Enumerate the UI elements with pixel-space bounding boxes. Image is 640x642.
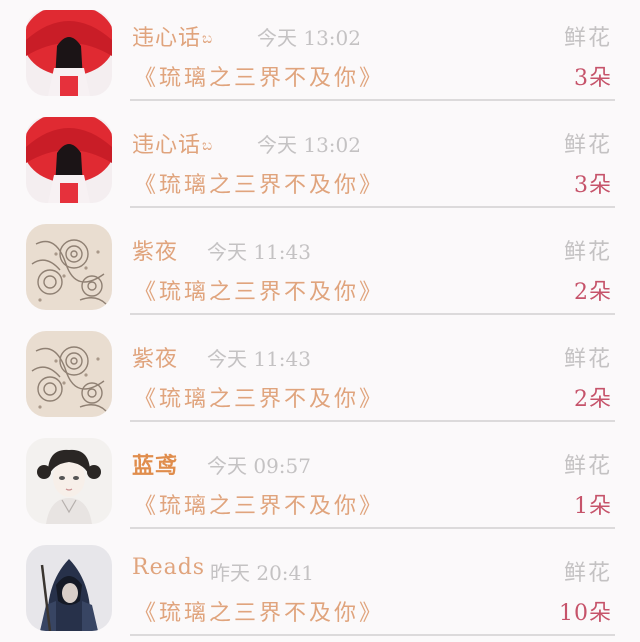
gift-time: 今天 13:02: [257, 133, 361, 157]
user-name-text[interactable]: 蓝鸢: [132, 453, 178, 479]
list-item[interactable]: 紫夜 今天 11:43 鲜花 《琉璃之三界不及你》 2朵: [0, 321, 640, 428]
avatar[interactable]: [26, 331, 112, 417]
flower-label: 鲜花: [563, 347, 612, 372]
user-name-text[interactable]: Reads: [132, 555, 205, 580]
flower-label: 鲜花: [563, 133, 612, 158]
book-title[interactable]: 《琉璃之三界不及你》: [134, 60, 384, 92]
flower-count: 2朵: [574, 387, 612, 412]
flower-count: 10朵: [559, 601, 612, 626]
book-title[interactable]: 《琉璃之三界不及你》: [134, 167, 384, 199]
divider: [130, 313, 615, 315]
avatar[interactable]: [26, 10, 112, 96]
book-title[interactable]: 《琉璃之三界不及你》: [134, 381, 384, 413]
user-name[interactable]: Reads: [132, 555, 205, 580]
gift-time: 今天 13:02: [257, 26, 361, 50]
flower-gift-list: 违心话ಬ 今天 13:02 鲜花 《琉璃之三界不及你》 3朵 违心话ಬ 今天 1…: [0, 0, 640, 641]
flower-label: 鲜花: [563, 240, 612, 265]
book-title[interactable]: 《琉璃之三界不及你》: [134, 488, 384, 520]
gift-time: 今天 09:57: [207, 454, 311, 478]
heart-icon: ಬ: [202, 136, 214, 154]
list-item[interactable]: 违心话ಬ 今天 13:02 鲜花 《琉璃之三界不及你》 3朵: [0, 0, 640, 107]
list-item[interactable]: 紫夜 今天 11:43 鲜花 《琉璃之三界不及你》 2朵: [0, 214, 640, 321]
user-name-text[interactable]: 违心话: [132, 26, 201, 51]
list-item[interactable]: 蓝鸢 今天 09:57 鲜花 《琉璃之三界不及你》 1朵: [0, 428, 640, 535]
gift-time: 今天 11:43: [207, 240, 311, 264]
user-name[interactable]: 紫夜: [132, 234, 178, 266]
user-name[interactable]: 紫夜: [132, 341, 178, 373]
divider: [130, 527, 615, 529]
flower-label: 鲜花: [563, 26, 612, 51]
avatar[interactable]: [26, 438, 112, 524]
flower-count: 3朵: [574, 66, 612, 91]
divider: [130, 634, 615, 636]
user-name-text[interactable]: 违心话: [132, 133, 201, 158]
user-name[interactable]: 违心话ಬ: [132, 127, 213, 159]
gift-time: 今天 11:43: [207, 347, 311, 371]
heart-icon: ಬ: [202, 29, 214, 47]
book-title[interactable]: 《琉璃之三界不及你》: [134, 274, 384, 306]
avatar[interactable]: [26, 117, 112, 203]
flower-label: 鲜花: [563, 561, 612, 586]
list-item[interactable]: Reads 昨天 20:41 鲜花 《琉璃之三界不及你》 10朵: [0, 535, 640, 642]
gift-time: 昨天 20:41: [210, 561, 314, 585]
divider: [130, 420, 615, 422]
book-title[interactable]: 《琉璃之三界不及你》: [134, 595, 384, 627]
flower-count: 1朵: [574, 494, 612, 519]
avatar[interactable]: [26, 545, 112, 631]
list-item[interactable]: 违心话ಬ 今天 13:02 鲜花 《琉璃之三界不及你》 3朵: [0, 107, 640, 214]
flower-count: 2朵: [574, 280, 612, 305]
flower-label: 鲜花: [563, 454, 612, 479]
avatar[interactable]: [26, 224, 112, 310]
flower-count: 3朵: [574, 173, 612, 198]
user-name[interactable]: 蓝鸢: [132, 448, 178, 480]
user-name[interactable]: 违心话ಬ: [132, 20, 213, 52]
divider: [130, 206, 615, 208]
user-name-text[interactable]: 紫夜: [132, 347, 178, 372]
divider: [130, 99, 615, 101]
user-name-text[interactable]: 紫夜: [132, 240, 178, 265]
